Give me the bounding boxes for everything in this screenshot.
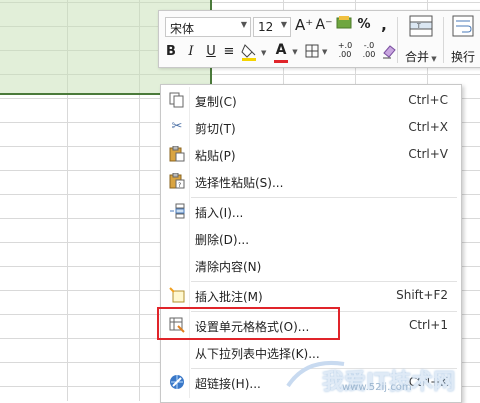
- menu-item-label: 粘贴(P): [195, 149, 236, 163]
- menu-item-paste[interactable]: 粘贴(P) Ctrl+V: [161, 141, 461, 168]
- grow-font-button[interactable]: A⁺: [295, 16, 313, 34]
- menu-item-shortcut: Ctrl+V: [408, 147, 448, 161]
- toolbar-separator: [397, 17, 398, 63]
- shrink-font-button[interactable]: A⁻: [315, 16, 333, 34]
- menu-item-label: 复制(C): [195, 95, 237, 109]
- menu-item-paste-special[interactable]: ? 选择性粘贴(S)...: [161, 168, 461, 195]
- insert-icon: [169, 203, 185, 219]
- menu-item-insert-comment[interactable]: 插入批注(M) Shift+F2: [161, 282, 461, 309]
- hyperlink-icon: [169, 374, 185, 390]
- menu-item-delete[interactable]: 删除(D)...: [161, 225, 461, 252]
- comment-icon: [169, 287, 185, 303]
- comma-style-button[interactable]: ,: [375, 16, 393, 34]
- percent-button[interactable]: %: [355, 16, 373, 34]
- watermark-logo: 我爱IT技术网: [286, 350, 480, 401]
- font-size-value: 12: [258, 20, 274, 34]
- menu-item-copy[interactable]: 复制(C) Ctrl+C: [161, 87, 461, 114]
- wrap-text-icon[interactable]: [451, 15, 475, 43]
- menu-item-clear-contents[interactable]: 清除内容(N): [161, 252, 461, 279]
- menu-item-label: 插入(I)...: [195, 206, 244, 220]
- menu-item-shortcut: Ctrl+1: [408, 318, 448, 332]
- paste-icon: [169, 145, 185, 162]
- menu-item-shortcut: Shift+F2: [396, 288, 448, 302]
- menu-item-label: 超链接(H)...: [195, 377, 261, 391]
- menu-item-label: 剪切(T): [195, 122, 236, 136]
- cut-icon: ✂: [171, 119, 183, 134]
- watermark-url: www.52ij.com: [342, 382, 412, 393]
- paste-special-icon: ?: [169, 172, 185, 189]
- svg-text:▼: ▼: [322, 48, 328, 56]
- bold-button[interactable]: B: [163, 43, 179, 61]
- menu-item-shortcut: Ctrl+X: [408, 120, 448, 134]
- italic-button[interactable]: I: [183, 43, 199, 61]
- font-color-label: A: [275, 42, 287, 58]
- svg-text:▼: ▼: [261, 49, 267, 57]
- decrease-decimal-button[interactable]: -.0 .00: [359, 41, 379, 59]
- font-size-select[interactable]: 12 ▼: [253, 17, 291, 37]
- font-color-bar: [274, 60, 288, 63]
- menu-item-label: 删除(D)...: [195, 233, 250, 247]
- wrap-label[interactable]: 换行: [451, 48, 475, 65]
- mini-toolbar: 宋体 ▼ 12 ▼ A⁺ A⁻ % , B I U ≡ ▼ A ▼ ▼ +.0 …: [158, 10, 480, 68]
- svg-text:T: T: [416, 23, 421, 30]
- chevron-down-icon: ▼: [240, 20, 247, 29]
- font-name-select[interactable]: 宋体 ▼: [165, 17, 251, 37]
- menu-item-insert[interactable]: 插入(I)...: [161, 198, 461, 225]
- merge-label[interactable]: 合并 ▼: [405, 48, 437, 65]
- menu-item-shortcut: Ctrl+C: [408, 93, 448, 107]
- merge-cells-icon[interactable]: T: [407, 15, 435, 43]
- menu-item-label: 清除内容(N): [195, 260, 262, 274]
- accounting-format-icon[interactable]: [335, 16, 353, 36]
- clear-format-icon[interactable]: [381, 43, 397, 65]
- chevron-down-icon[interactable]: ▼: [291, 43, 299, 61]
- align-button[interactable]: ≡: [221, 43, 237, 61]
- borders-button[interactable]: ▼: [305, 43, 331, 65]
- chevron-down-icon: ▼: [280, 20, 287, 29]
- font-color-button[interactable]: A: [273, 41, 289, 63]
- increase-decimal-button[interactable]: +.0 .00: [335, 41, 355, 59]
- svg-text:?: ?: [178, 182, 181, 189]
- menu-item-cut[interactable]: ✂ 剪切(T) Ctrl+X: [161, 114, 461, 141]
- underline-button[interactable]: U: [203, 43, 219, 61]
- font-name-value: 宋体: [170, 22, 195, 36]
- merge-label-text: 合并: [405, 50, 430, 64]
- highlight-box: [157, 307, 340, 340]
- menu-item-label: 插入批注(M): [195, 290, 263, 304]
- menu-item-label: 选择性粘贴(S)...: [195, 176, 284, 190]
- toolbar-separator: [443, 17, 444, 63]
- copy-icon: [169, 92, 185, 108]
- fill-color-button[interactable]: ▼: [241, 43, 269, 67]
